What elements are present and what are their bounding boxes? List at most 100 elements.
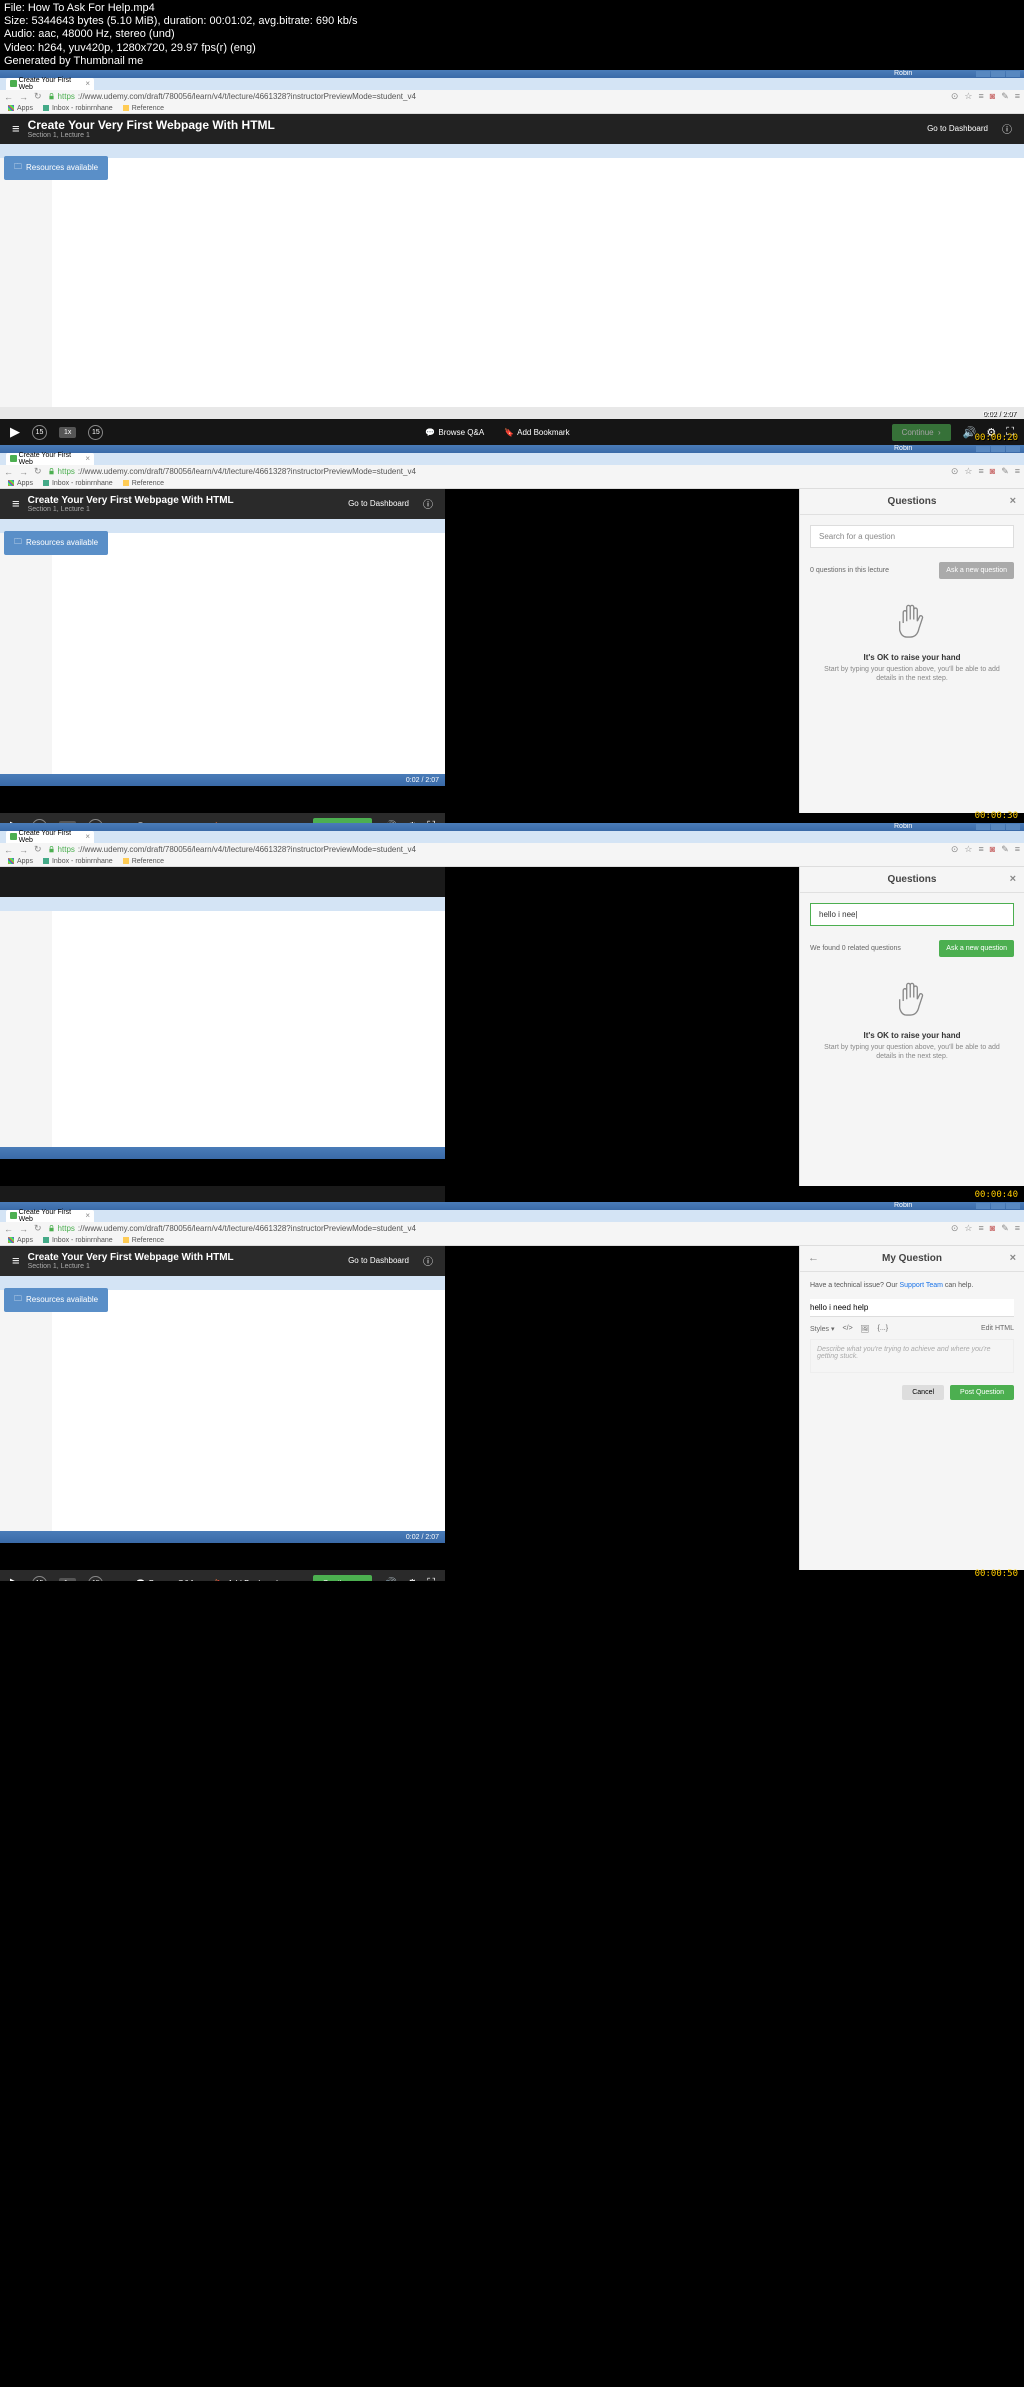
browse-qa-button[interactable]: 💬Browse Q&A xyxy=(136,1579,195,1581)
browser-tab[interactable]: Create Your First Web × xyxy=(6,831,94,843)
window-close-button[interactable] xyxy=(1006,824,1020,830)
search-icon[interactable]: ⊙ xyxy=(951,844,959,855)
back-icon[interactable]: ← xyxy=(808,1252,819,1264)
bookmark-inbox[interactable]: Inbox - robinrnhane xyxy=(43,480,113,487)
cancel-button[interactable]: Cancel xyxy=(902,1385,944,1400)
url-bar[interactable]: https://www.udemy.com/draft/780056/learn… xyxy=(48,467,945,476)
tab-close-icon[interactable]: × xyxy=(85,79,90,88)
window-min-button[interactable] xyxy=(976,1203,990,1209)
window-close-button[interactable] xyxy=(1006,1203,1020,1209)
add-bookmark-button[interactable]: 🔖Add Bookmark xyxy=(504,428,569,437)
question-search-input[interactable]: Search for a question xyxy=(810,525,1014,548)
skip-forward-button[interactable]: 15 xyxy=(88,425,103,440)
resources-button[interactable]: 🗀 Resources available xyxy=(4,531,108,555)
speed-button[interactable]: 1x xyxy=(59,427,76,438)
resources-button[interactable]: 🗀 Resources available xyxy=(4,156,108,180)
camera-icon[interactable]: ◙ xyxy=(990,466,995,477)
window-min-button[interactable] xyxy=(976,446,990,452)
bookmark-reference[interactable]: Reference xyxy=(123,105,164,112)
star-icon[interactable]: ☆ xyxy=(964,1223,972,1234)
bookmark-inbox[interactable]: Inbox - robinrnhane xyxy=(43,105,113,112)
nav-back-icon[interactable]: ← xyxy=(4,1224,13,1234)
browser-tab[interactable]: Create Your First Web × xyxy=(6,1210,94,1222)
hamburger-icon[interactable]: ≡ xyxy=(12,496,20,511)
skip-forward-button[interactable]: 15 xyxy=(88,1576,103,1581)
window-max-button[interactable] xyxy=(991,1203,1005,1209)
question-title-input[interactable] xyxy=(810,1299,1014,1317)
info-icon[interactable]: ⓘ xyxy=(1002,121,1012,136)
camera-icon[interactable]: ◙ xyxy=(990,1223,995,1234)
question-search-input[interactable]: hello i nee| xyxy=(810,903,1014,926)
dashboard-button[interactable]: Go to Dashboard xyxy=(348,1256,409,1265)
resources-button[interactable]: 🗀 Resources available xyxy=(4,1288,108,1312)
window-max-button[interactable] xyxy=(991,824,1005,830)
info-icon[interactable]: ⓘ xyxy=(423,1253,433,1268)
edit-icon[interactable]: ✎ xyxy=(1001,91,1009,102)
ask-question-button[interactable]: Ask a new question xyxy=(939,940,1014,957)
stack-icon[interactable]: ≡ xyxy=(978,1223,983,1234)
skip-back-button[interactable]: 15 xyxy=(32,1576,47,1581)
camera-icon[interactable]: ◙ xyxy=(990,844,995,855)
star-icon[interactable]: ☆ xyxy=(964,91,972,102)
window-max-button[interactable] xyxy=(991,446,1005,452)
nav-forward-icon[interactable]: → xyxy=(19,845,28,855)
stack-icon[interactable]: ≡ xyxy=(978,466,983,477)
star-icon[interactable]: ☆ xyxy=(964,844,972,855)
nav-back-icon[interactable]: ← xyxy=(4,467,13,477)
add-bookmark-button[interactable]: 🔖Add Bookmark xyxy=(215,1579,280,1581)
nav-forward-icon[interactable]: → xyxy=(19,1224,28,1234)
question-body-input[interactable]: Describe what you're trying to achieve a… xyxy=(810,1339,1014,1373)
browse-qa-button[interactable]: 💬Browse Q&A xyxy=(425,428,484,437)
search-icon[interactable]: ⊙ xyxy=(951,91,959,102)
speed-button[interactable]: 1x xyxy=(59,1578,76,1581)
post-question-button[interactable]: Post Question xyxy=(950,1385,1014,1400)
edit-html-button[interactable]: Edit HTML xyxy=(981,1325,1014,1332)
nav-forward-icon[interactable]: → xyxy=(19,92,28,102)
nav-back-icon[interactable]: ← xyxy=(4,92,13,102)
window-close-button[interactable] xyxy=(1006,71,1020,77)
close-icon[interactable]: × xyxy=(1010,495,1016,507)
tab-close-icon[interactable]: × xyxy=(85,454,90,463)
search-icon[interactable]: ⊙ xyxy=(951,466,959,477)
fullscreen-icon[interactable]: ⛶ xyxy=(427,1577,435,1581)
continue-button[interactable]: Continue › xyxy=(892,424,951,441)
styles-dropdown[interactable]: Styles ▾ xyxy=(810,1325,835,1333)
close-icon[interactable]: × xyxy=(1010,1252,1016,1264)
info-icon[interactable]: ⓘ xyxy=(423,496,433,511)
hamburger-icon[interactable]: ≡ xyxy=(12,1253,20,1268)
nav-reload-icon[interactable]: ↻ xyxy=(34,91,42,102)
bookmark-apps[interactable]: Apps xyxy=(8,1237,33,1244)
nav-forward-icon[interactable]: → xyxy=(19,467,28,477)
bookmark-reference[interactable]: Reference xyxy=(123,480,164,487)
tab-close-icon[interactable]: × xyxy=(85,1211,90,1220)
menu-icon[interactable]: ≡ xyxy=(1015,466,1020,477)
browser-tab[interactable]: Create Your First Web × xyxy=(6,453,94,465)
bookmark-apps[interactable]: Apps xyxy=(8,858,33,865)
image-icon[interactable]: 🖼 xyxy=(861,1325,870,1333)
bookmark-reference[interactable]: Reference xyxy=(123,858,164,865)
close-icon[interactable]: × xyxy=(1010,873,1016,885)
play-button[interactable]: ▶ xyxy=(10,1575,20,1581)
nav-back-icon[interactable]: ← xyxy=(4,845,13,855)
edit-icon[interactable]: ✎ xyxy=(1001,1223,1009,1234)
volume-icon[interactable]: 🔊 xyxy=(384,1577,398,1581)
edit-icon[interactable]: ✎ xyxy=(1001,844,1009,855)
bookmark-reference[interactable]: Reference xyxy=(123,1237,164,1244)
url-bar[interactable]: https://www.udemy.com/draft/780056/learn… xyxy=(48,845,945,854)
hamburger-icon[interactable]: ≡ xyxy=(12,121,20,136)
dashboard-button[interactable]: Go to Dashboard xyxy=(348,499,409,508)
star-icon[interactable]: ☆ xyxy=(964,466,972,477)
continue-button[interactable]: Continue › xyxy=(313,1575,372,1581)
bookmark-inbox[interactable]: Inbox - robinrnhane xyxy=(43,858,113,865)
dashboard-button[interactable]: Go to Dashboard xyxy=(927,124,988,133)
nav-reload-icon[interactable]: ↻ xyxy=(34,844,42,855)
skip-back-button[interactable]: 15 xyxy=(32,425,47,440)
browser-tab[interactable]: Create Your First Web × xyxy=(6,78,94,90)
tab-close-icon[interactable]: × xyxy=(85,832,90,841)
stack-icon[interactable]: ≡ xyxy=(978,844,983,855)
search-icon[interactable]: ⊙ xyxy=(951,1223,959,1234)
edit-icon[interactable]: ✎ xyxy=(1001,466,1009,477)
bookmark-apps[interactable]: Apps xyxy=(8,480,33,487)
bookmark-apps[interactable]: Apps xyxy=(8,105,33,112)
settings-icon[interactable]: ⚙ xyxy=(407,1577,417,1581)
